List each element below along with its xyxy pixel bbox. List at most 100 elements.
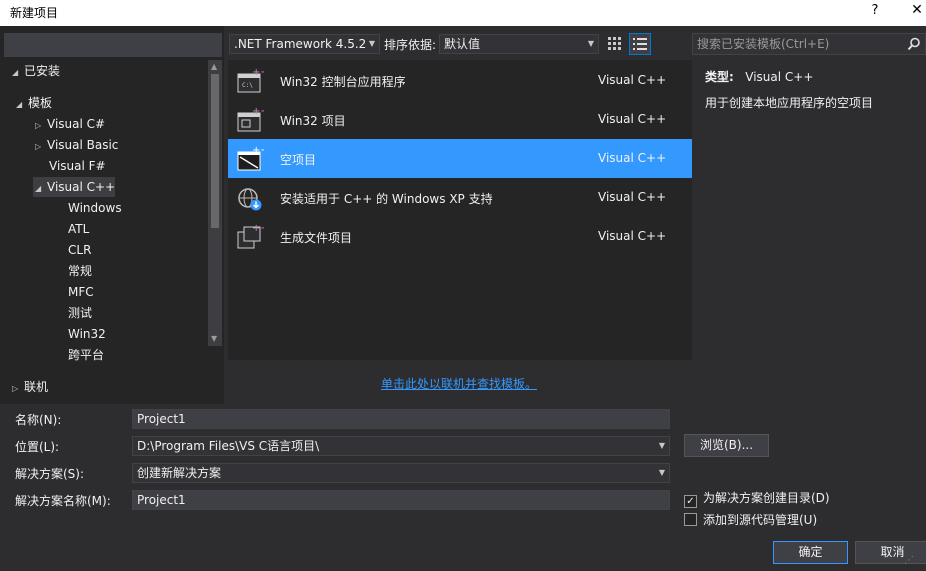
chevron-down-icon[interactable]: ▼	[659, 437, 665, 455]
window-title: 新建项目	[10, 6, 59, 20]
template-name: 安装适用于 C++ 的 Windows XP 支持	[280, 192, 493, 206]
description-type: 类型: Visual C++	[705, 68, 813, 85]
template-name: 生成文件项目	[280, 231, 353, 245]
tree-item-installed-label[interactable]: ◢ 已安装	[12, 61, 60, 81]
sort-value: 默认值	[444, 37, 481, 51]
sort-label: 排序依据:	[384, 38, 437, 52]
description-text: 用于创建本地应用程序的空项目	[705, 96, 874, 110]
framework-dropdown[interactable]: .NET Framework 4.5.2 ▼	[229, 34, 380, 54]
solution-label: 解决方案(S):	[15, 467, 85, 481]
template-lang: Visual C++	[598, 112, 667, 126]
template-name: 空项目	[280, 153, 317, 167]
template-item-makefile-project[interactable]: ++ 生成文件项目 Visual C++	[228, 217, 692, 256]
expand-arrow-icon: ▷	[35, 142, 42, 151]
tree-item-visual-csharp[interactable]: ▷ Visual C#	[35, 114, 105, 134]
tree-item-templates[interactable]: ◢ 模板	[16, 93, 52, 113]
tree-item-cross-platform[interactable]: 跨平台	[68, 345, 104, 365]
template-lang: Visual C++	[598, 190, 667, 204]
tree-item-label: Visual C++	[47, 180, 116, 194]
tree-item-atl[interactable]: ATL	[68, 219, 89, 239]
expand-arrow-icon: ▷	[12, 384, 19, 393]
location-value: D:\Program Files\VS C语言项目\	[137, 439, 320, 453]
source-control-checkbox[interactable]: 添加到源代码管理(U)	[684, 512, 817, 528]
tree-scrollbar[interactable]: ▲ ▼	[208, 60, 222, 346]
grid-view-icon[interactable]	[605, 34, 625, 54]
checkbox-unchecked-icon[interactable]	[684, 513, 697, 526]
tree-item-mfc[interactable]: MFC	[68, 282, 94, 302]
chevron-down-icon[interactable]: ▼	[659, 464, 665, 482]
win32-project-icon: ++	[236, 106, 269, 134]
scroll-up-icon[interactable]: ▲	[211, 62, 217, 71]
scrollbar-thumb[interactable]	[211, 74, 219, 228]
svg-text:C:\: C:\	[242, 82, 253, 89]
chevron-down-icon: ▼	[587, 39, 594, 48]
solution-name-label: 解决方案名称(M):	[15, 494, 111, 508]
tree-item-installed[interactable]	[4, 33, 222, 57]
tree-item-visual-cpp[interactable]: ◢ Visual C++	[33, 177, 115, 197]
create-directory-checkbox[interactable]: ✓ 为解决方案创建目录(D)	[684, 490, 830, 508]
title-bar: 新建项目 ? ✕	[0, 0, 926, 26]
search-placeholder: 搜索已安装模板(Ctrl+E)	[697, 37, 830, 51]
search-icon[interactable]	[907, 37, 921, 57]
help-button[interactable]: ?	[866, 3, 884, 23]
tree-item-online[interactable]: ▷ 联机	[12, 377, 48, 397]
tree-item-label: 模板	[28, 96, 53, 110]
checkbox-label: 添加到源代码管理(U)	[703, 513, 818, 527]
template-name: Win32 控制台应用程序	[280, 75, 406, 89]
collapse-arrow-icon: ◢	[35, 184, 42, 193]
tree-item-visual-basic[interactable]: ▷ Visual Basic	[35, 135, 118, 155]
tree-item-win32[interactable]: Win32	[68, 324, 106, 344]
location-combo[interactable]: D:\Program Files\VS C语言项目\ ▼	[132, 436, 670, 456]
tree-item-label: Visual Basic	[47, 138, 119, 152]
svg-text:++: ++	[252, 67, 264, 78]
tree-item-clr[interactable]: CLR	[68, 240, 91, 260]
sort-dropdown[interactable]: 默认值 ▼	[439, 34, 599, 54]
template-item-win32-project[interactable]: ++ Win32 项目 Visual C++	[228, 100, 692, 139]
template-list: C:\ ++ Win32 控制台应用程序 Visual C++ ++ Win32 …	[228, 60, 692, 360]
download-globe-icon	[236, 184, 264, 212]
scroll-down-icon[interactable]: ▼	[211, 334, 217, 343]
resize-grip-icon[interactable]: ⋰	[904, 555, 914, 566]
tree-item-label: 已安装	[24, 64, 61, 78]
checkbox-checked-icon[interactable]: ✓	[684, 495, 697, 508]
template-name: Win32 项目	[280, 114, 346, 128]
search-input[interactable]: 搜索已安装模板(Ctrl+E)	[692, 33, 926, 55]
tree-item-label: Visual F#	[49, 159, 106, 173]
empty-project-icon: ++	[236, 145, 269, 173]
svg-text:++: ++	[252, 223, 264, 234]
expand-arrow-icon: ▷	[35, 121, 42, 130]
svg-text:++: ++	[252, 145, 264, 156]
ok-button[interactable]: 确定	[773, 541, 848, 564]
solution-value: 创建新解决方案	[137, 466, 222, 480]
collapse-arrow-icon: ◢	[12, 68, 19, 77]
checkbox-label: 为解决方案创建目录(D)	[703, 491, 830, 505]
tree-item-label: Visual C#	[47, 117, 106, 131]
template-item-empty-project[interactable]: ++ 空项目 Visual C++	[228, 139, 692, 178]
online-templates-link[interactable]: 单击此处以联机并查找模板。	[381, 375, 537, 392]
template-item-win32-console[interactable]: C:\ ++ Win32 控制台应用程序 Visual C++	[228, 61, 692, 100]
name-input[interactable]: Project1	[132, 409, 670, 429]
type-value: Visual C++	[745, 70, 814, 84]
name-label: 名称(N):	[15, 413, 62, 427]
tree-item-visual-fsharp[interactable]: Visual F#	[49, 156, 106, 176]
chevron-down-icon: ▼	[368, 39, 375, 48]
template-lang: Visual C++	[598, 73, 667, 87]
solution-name-input[interactable]: Project1	[132, 490, 670, 510]
template-item-windows-xp-support[interactable]: 安装适用于 C++ 的 Windows XP 支持 Visual C++	[228, 178, 692, 217]
template-lang: Visual C++	[598, 229, 667, 243]
cancel-button[interactable]: 取消	[855, 541, 926, 564]
framework-value: .NET Framework 4.5.2	[234, 37, 367, 51]
makefile-project-icon: ++	[236, 223, 269, 251]
list-view-icon[interactable]	[629, 33, 651, 55]
tree-item-windows[interactable]: Windows	[68, 198, 122, 218]
tree-item-general[interactable]: 常规	[68, 261, 92, 281]
tree-item-label: 联机	[24, 380, 49, 394]
console-app-icon: C:\ ++	[236, 67, 269, 95]
tree-item-test[interactable]: 测试	[68, 303, 92, 323]
template-lang: Visual C++	[598, 151, 667, 165]
location-label: 位置(L):	[15, 440, 60, 454]
solution-combo[interactable]: 创建新解决方案 ▼	[132, 463, 670, 483]
svg-text:++: ++	[252, 106, 264, 117]
browse-button[interactable]: 浏览(B)...	[684, 434, 769, 457]
close-button[interactable]: ✕	[908, 2, 926, 22]
